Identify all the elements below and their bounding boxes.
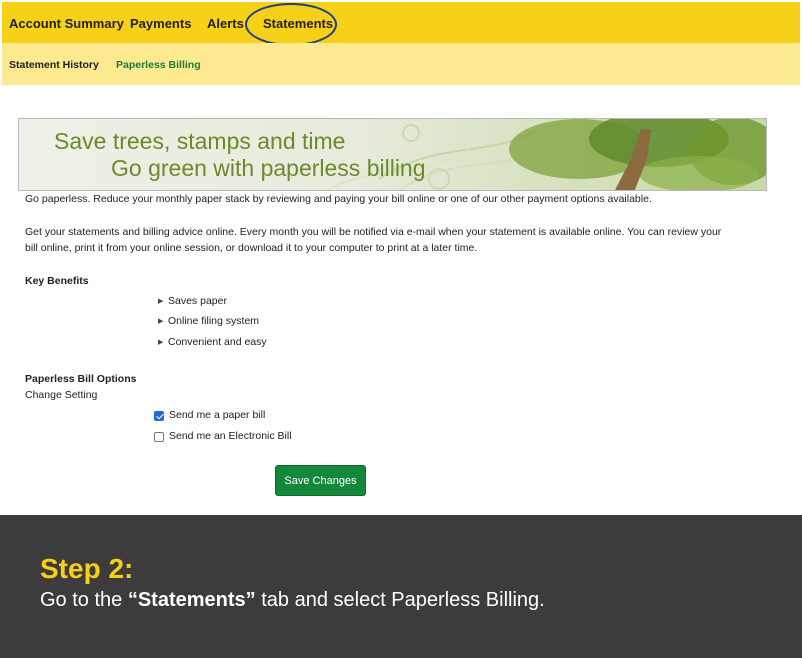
sub-nav: Statement History Paperless Billing [2, 43, 800, 85]
electronic-bill-label[interactable]: Send me an Electronic Bill [169, 430, 292, 442]
save-changes-button[interactable]: Save Changes [275, 465, 366, 496]
benefit-label: Convenient and easy [168, 336, 267, 348]
paper-bill-label[interactable]: Send me a paper bill [169, 409, 265, 421]
paperless-options-heading: Paperless Bill Options [25, 373, 137, 385]
paper-bill-checkbox[interactable] [154, 411, 164, 421]
banner-line-2: Go green with paperless billing [111, 155, 426, 181]
electronic-bill-checkbox[interactable] [154, 432, 164, 442]
tab-payments[interactable]: Payments [130, 16, 191, 31]
step-title: Step 2: [40, 553, 134, 584]
tab-alerts[interactable]: Alerts [207, 16, 244, 31]
description-line-2: bill online, print it from your online s… [25, 242, 478, 254]
statements-highlight-circle [245, 3, 337, 46]
instruction-text-after: tab and select Paperless Billing. [255, 589, 545, 611]
benefit-item: ▶ Convenient and easy [158, 336, 267, 348]
browser-page: Account Summary Payments Alerts Statemen… [0, 0, 802, 515]
description-line-1: Get your statements and billing advice o… [25, 226, 722, 238]
banner-line-1: Save trees, stamps and time [54, 128, 346, 154]
key-benefits-heading: Key Benefits [25, 275, 89, 287]
instruction-text-before: Go to the [40, 589, 128, 611]
instruction-text-bold: “Statements” [127, 589, 256, 611]
benefit-item: ▶ Online filing system [158, 315, 259, 327]
top-nav: Account Summary Payments Alerts Statemen… [2, 2, 800, 43]
subnav-paperless-billing[interactable]: Paperless Billing [116, 59, 201, 71]
benefit-label: Saves paper [168, 295, 227, 307]
bullet-arrow-icon: ▶ [158, 318, 164, 326]
tab-account-summary[interactable]: Account Summary [9, 16, 124, 31]
step-instruction: Go to the “Statements” tab and select Pa… [40, 589, 545, 612]
instruction-caption: Step 2: Go to the “Statements” tab and s… [0, 515, 802, 658]
paperless-banner: Save trees, stamps and time Go green wit… [18, 118, 767, 191]
benefit-label: Online filing system [168, 315, 260, 327]
bullet-arrow-icon: ▶ [158, 298, 164, 306]
change-setting-label: Change Setting [25, 389, 98, 401]
subnav-statement-history[interactable]: Statement History [9, 59, 99, 71]
benefit-item: ▶ Saves paper [158, 295, 227, 307]
bullet-arrow-icon: ▶ [158, 339, 164, 347]
intro-text: Go paperless. Reduce your monthly paper … [25, 193, 652, 205]
